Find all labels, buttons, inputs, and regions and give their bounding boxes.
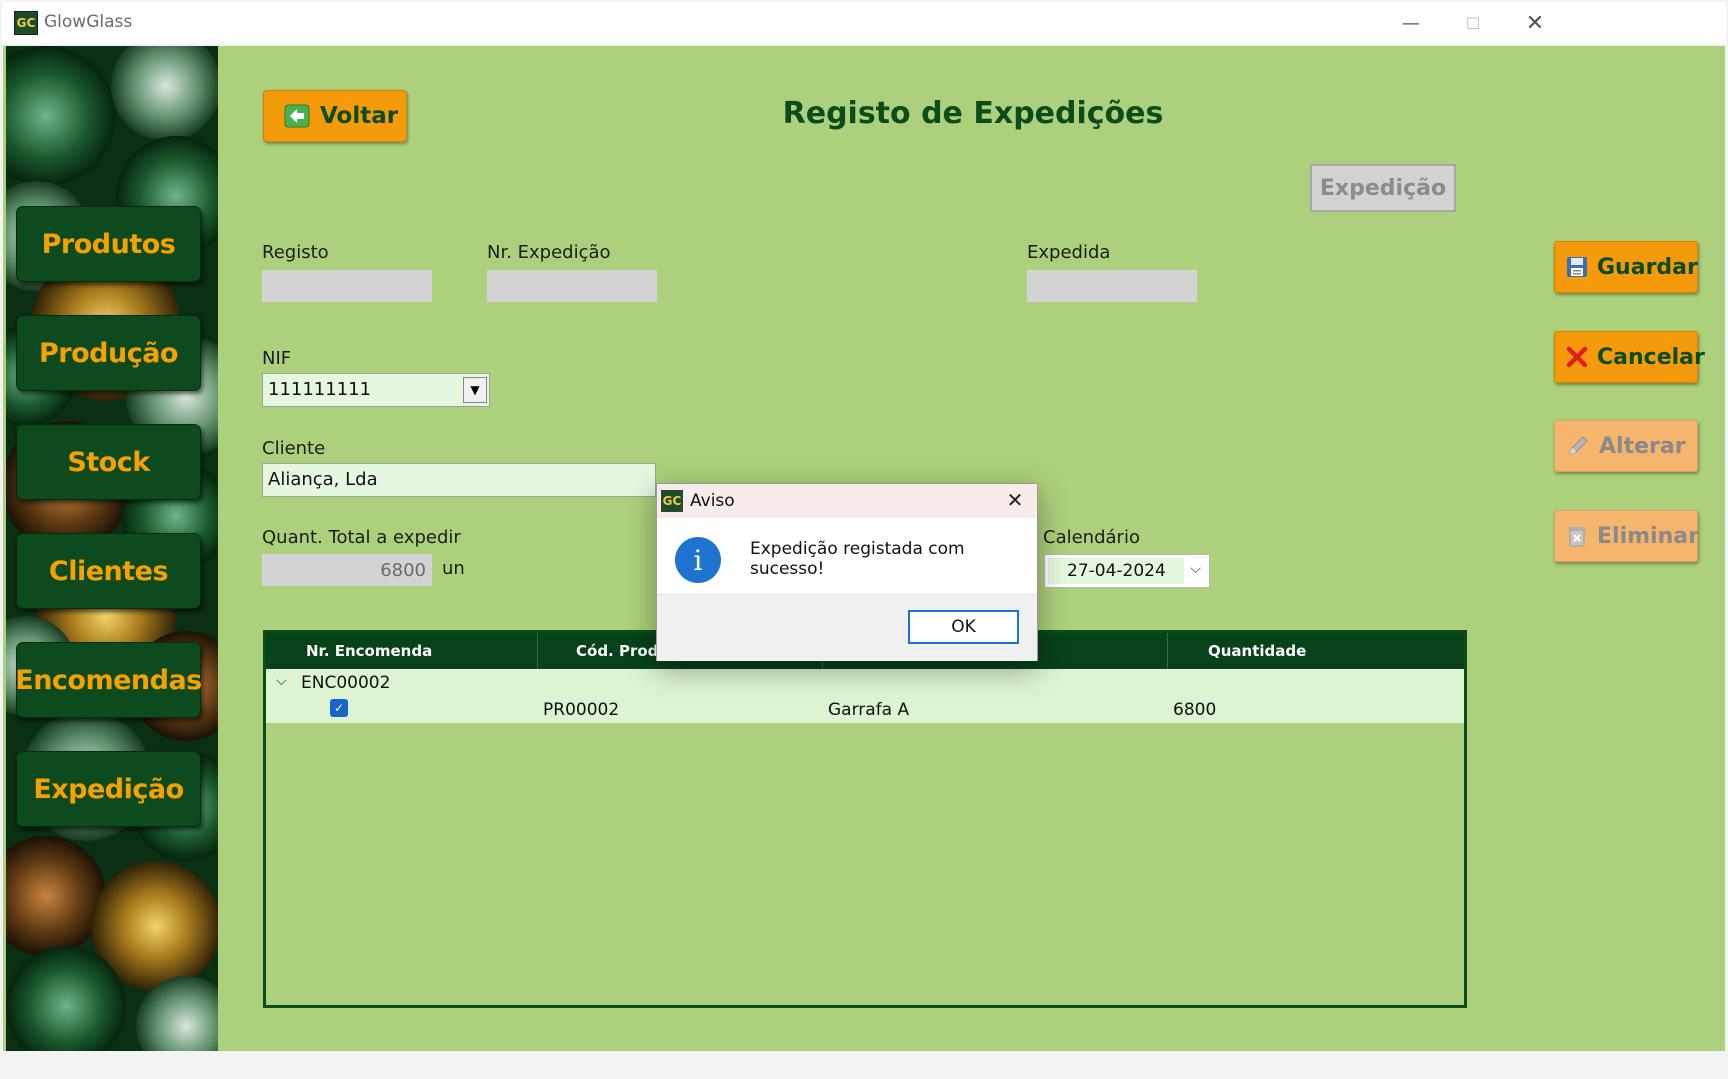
- expedida-label: Expedida: [1027, 242, 1111, 263]
- dropdown-arrow-icon[interactable]: ▼: [463, 377, 487, 403]
- trash-icon: [1565, 523, 1589, 549]
- nif-combobox[interactable]: 111111111 ▼: [262, 373, 490, 407]
- minimize-button[interactable]: —: [1378, 2, 1444, 44]
- sidebar-item-stock[interactable]: Stock: [16, 424, 201, 500]
- quant-unit-label: un: [442, 558, 465, 579]
- back-button-label: Voltar: [320, 103, 399, 129]
- quant-total-field[interactable]: 6800: [262, 554, 432, 586]
- expedida-field[interactable]: [1027, 270, 1197, 302]
- dialog-close-icon[interactable]: ✕: [1003, 488, 1027, 512]
- alterar-button[interactable]: Alterar: [1554, 420, 1698, 472]
- dialog-footer: OK: [657, 594, 1037, 661]
- guardar-label: Guardar: [1597, 254, 1698, 280]
- info-icon: i: [675, 537, 721, 583]
- sidebar-item-producao[interactable]: Produção: [16, 315, 201, 391]
- cliente-field[interactable]: Aliança, Lda: [262, 463, 656, 497]
- sidebar-item-clientes[interactable]: Clientes: [16, 533, 201, 609]
- window-bottom-edge: [0, 1051, 1728, 1079]
- registo-field[interactable]: [262, 270, 432, 302]
- sidebar-item-expedicao[interactable]: Expedição: [16, 751, 201, 827]
- eliminar-button[interactable]: Eliminar: [1554, 510, 1699, 562]
- page-title: Registo de Expedições: [782, 96, 1164, 131]
- column-header-nr-encomenda[interactable]: Nr. Encomenda: [266, 633, 538, 669]
- alterar-label: Alterar: [1599, 433, 1686, 459]
- guardar-button[interactable]: Guardar: [1554, 241, 1698, 293]
- app-logo-icon: GC: [14, 11, 38, 35]
- sidebar-item-encomendas[interactable]: Encomendas: [15, 642, 202, 718]
- quant-total-value: 6800: [380, 560, 426, 581]
- red-x-icon: [1565, 344, 1589, 370]
- title-bar: GC GlowGlass — ☐ ✕: [2, 2, 1726, 44]
- expedition-grid[interactable]: Nr. Encomenda Cód. Produto Produto Quant…: [263, 630, 1467, 1008]
- sidebar-item-produtos[interactable]: Produtos: [16, 206, 201, 282]
- registo-label: Registo: [262, 242, 329, 263]
- app-window: GC GlowGlass — ☐ ✕ Produtos Produção Sto…: [0, 0, 1728, 1079]
- ok-button[interactable]: OK: [908, 610, 1019, 644]
- cell-cod-produto: PR00002: [543, 700, 620, 720]
- cell-quantidade: 6800: [1173, 700, 1217, 720]
- aviso-dialog: GC Aviso ✕ i Expedição registada com suc…: [656, 483, 1038, 661]
- window-title: GlowGlass: [44, 12, 133, 32]
- row-checkbox[interactable]: ✓: [330, 699, 348, 717]
- cliente-label: Cliente: [262, 438, 326, 459]
- back-arrow-icon: [284, 104, 310, 128]
- cancelar-button[interactable]: Cancelar: [1554, 331, 1705, 383]
- column-header-quantidade[interactable]: Quantidade: [1168, 633, 1464, 669]
- sidebar: Produtos Produção Stock Clientes Encomen…: [6, 46, 218, 1051]
- dialog-message: Expedição registada com sucesso!: [750, 539, 965, 579]
- close-window-button[interactable]: ✕: [1502, 2, 1568, 44]
- floppy-disk-icon: [1565, 254, 1589, 280]
- group-row-label: ENC00002: [301, 673, 391, 693]
- nr-expedicao-field[interactable]: [487, 270, 657, 302]
- dialog-title: Aviso: [690, 491, 735, 511]
- nif-value: 111111111: [268, 379, 372, 400]
- maximize-button[interactable]: ☐: [1440, 2, 1506, 44]
- cell-produto: Garrafa A: [828, 700, 910, 720]
- dialog-title-bar: GC Aviso ✕: [657, 484, 1037, 518]
- nif-label: NIF: [262, 348, 292, 369]
- chevron-down-icon[interactable]: ⌵: [276, 673, 287, 689]
- app-logo-icon: GC: [661, 490, 683, 512]
- cancelar-label: Cancelar: [1597, 344, 1705, 370]
- calendario-label: Calendário: [1043, 527, 1140, 548]
- group-row[interactable]: ⌵ ENC00002: [266, 669, 1464, 697]
- table-row[interactable]: ✓ PR00002 Garrafa A 6800: [266, 697, 1464, 723]
- cliente-value: Aliança, Lda: [268, 469, 378, 490]
- quant-total-label: Quant. Total a expedir: [262, 527, 461, 548]
- nr-expedicao-label: Nr. Expedição: [487, 242, 611, 263]
- back-button[interactable]: Voltar: [263, 90, 407, 142]
- eliminar-label: Eliminar: [1597, 523, 1699, 549]
- expedicao-button[interactable]: Expedição: [1310, 164, 1456, 212]
- chevron-down-icon[interactable]: ⌵: [1190, 561, 1201, 577]
- main-content: Produtos Produção Stock Clientes Encomen…: [3, 46, 1725, 1051]
- pencil-icon: [1565, 433, 1591, 459]
- calendario-date-picker[interactable]: 27-04-2024 ⌵: [1044, 554, 1210, 588]
- calendario-value: 27-04-2024: [1067, 561, 1166, 581]
